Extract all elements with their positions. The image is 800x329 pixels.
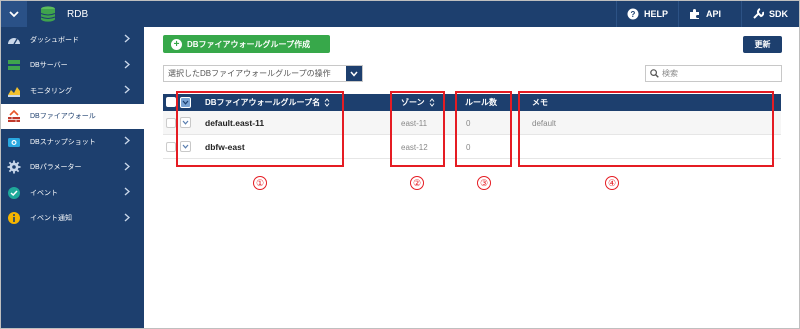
db-server-icon: [7, 58, 21, 72]
annotation-label-1: ①: [253, 176, 267, 190]
api-label: API: [706, 9, 722, 19]
sdk-button[interactable]: SDK: [741, 1, 799, 27]
camera-icon: [7, 135, 21, 149]
sidebar-item-label: モニタリング: [30, 87, 72, 95]
chevron-down-icon: [350, 71, 358, 77]
info-icon: [7, 211, 21, 225]
plus-icon: +: [171, 38, 182, 50]
main-content: + DBファイアウォールグループ作成 更新 選択したDBファイアウォールグループ…: [144, 27, 799, 328]
chevron-right-icon: [124, 161, 130, 171]
sidebar-item-db-parameter[interactable]: DBパラメーター: [1, 155, 144, 181]
create-button-label: DBファイアウォールグループ作成: [187, 39, 311, 49]
app-frame: RDB ? HELP API SDK ダッシュボード DBサーバー モニタリング…: [0, 0, 800, 329]
select-all-checkbox[interactable]: [166, 97, 176, 107]
sidebar-item-label: DBサーバー: [30, 62, 68, 70]
operation-select-label: 選択したDBファイアウォールグループの操作: [168, 69, 331, 78]
check-circle-icon: [7, 186, 21, 200]
top-bar: RDB ? HELP API SDK: [1, 1, 799, 27]
refresh-button[interactable]: 更新: [743, 36, 782, 53]
sidebar: ダッシュボード DBサーバー モニタリング DBファイアウォール DBスナップシ…: [1, 27, 144, 328]
sidebar-item-label: イベント: [30, 189, 58, 197]
chevron-right-icon: [124, 136, 130, 145]
sidebar-item-label: DBファイアウォール: [30, 113, 96, 121]
app-title: RDB: [67, 8, 89, 20]
annotation-box-rule-count: [455, 91, 512, 167]
top-actions: ? HELP API SDK: [616, 1, 799, 27]
sidebar-item-db-snapshot[interactable]: DBスナップショット: [1, 129, 144, 155]
menu-toggle-button[interactable]: [1, 1, 27, 27]
annotation-label-2: ②: [410, 176, 424, 190]
group-operation-select[interactable]: 選択したDBファイアウォールグループの操作: [163, 65, 363, 82]
firewall-icon: [7, 109, 21, 123]
gear-icon: [7, 160, 21, 174]
dashboard-icon: [7, 33, 21, 47]
chevron-right-icon: [124, 59, 130, 69]
sidebar-item-dashboard[interactable]: ダッシュボード: [1, 27, 144, 53]
chevron-down-icon: [9, 11, 19, 18]
chevron-right-icon: [124, 85, 130, 94]
database-icon: [40, 6, 56, 22]
sidebar-item-label: DBスナップショット: [30, 138, 96, 146]
annotation-label-3: ③: [477, 176, 491, 190]
app-brand: RDB: [39, 4, 88, 24]
search-input[interactable]: 検索: [645, 65, 782, 82]
sidebar-item-label: ダッシュボード: [30, 36, 79, 44]
sidebar-item-label: DBパラメーター: [30, 164, 82, 172]
question-icon: ?: [627, 8, 639, 20]
sidebar-item-label: イベント通知: [30, 215, 72, 223]
sidebar-item-event-notification[interactable]: イベント通知: [1, 206, 144, 232]
annotation-box-group-name: [176, 91, 344, 167]
chevron-right-icon: [124, 34, 130, 43]
help-button[interactable]: ? HELP: [616, 1, 678, 27]
row-checkbox[interactable]: [166, 142, 176, 152]
sidebar-item-db-firewall[interactable]: DBファイアウォール: [1, 103, 144, 129]
monitoring-icon: [7, 84, 21, 98]
sidebar-item-monitoring[interactable]: モニタリング: [1, 78, 144, 104]
help-label: HELP: [643, 9, 668, 19]
chevron-right-icon: [124, 187, 130, 196]
search-icon: [650, 69, 659, 78]
sdk-label: SDK: [769, 9, 789, 19]
annotation-box-memo: [518, 91, 774, 167]
annotation-box-zone: [390, 91, 445, 167]
create-firewall-group-button[interactable]: + DBファイアウォールグループ作成: [163, 35, 330, 53]
chevron-right-icon: [124, 212, 130, 222]
dropdown-toggle[interactable]: [346, 66, 362, 81]
row-checkbox[interactable]: [166, 118, 176, 128]
tools-icon: [753, 8, 764, 19]
sidebar-item-event[interactable]: イベント: [1, 180, 144, 206]
svg-text:?: ?: [631, 10, 636, 19]
annotation-label-4: ④: [605, 176, 619, 190]
api-button[interactable]: API: [678, 1, 741, 27]
puzzle-icon: [690, 9, 699, 19]
search-placeholder: 検索: [662, 69, 678, 78]
sidebar-item-db-server[interactable]: DBサーバー: [1, 53, 144, 79]
